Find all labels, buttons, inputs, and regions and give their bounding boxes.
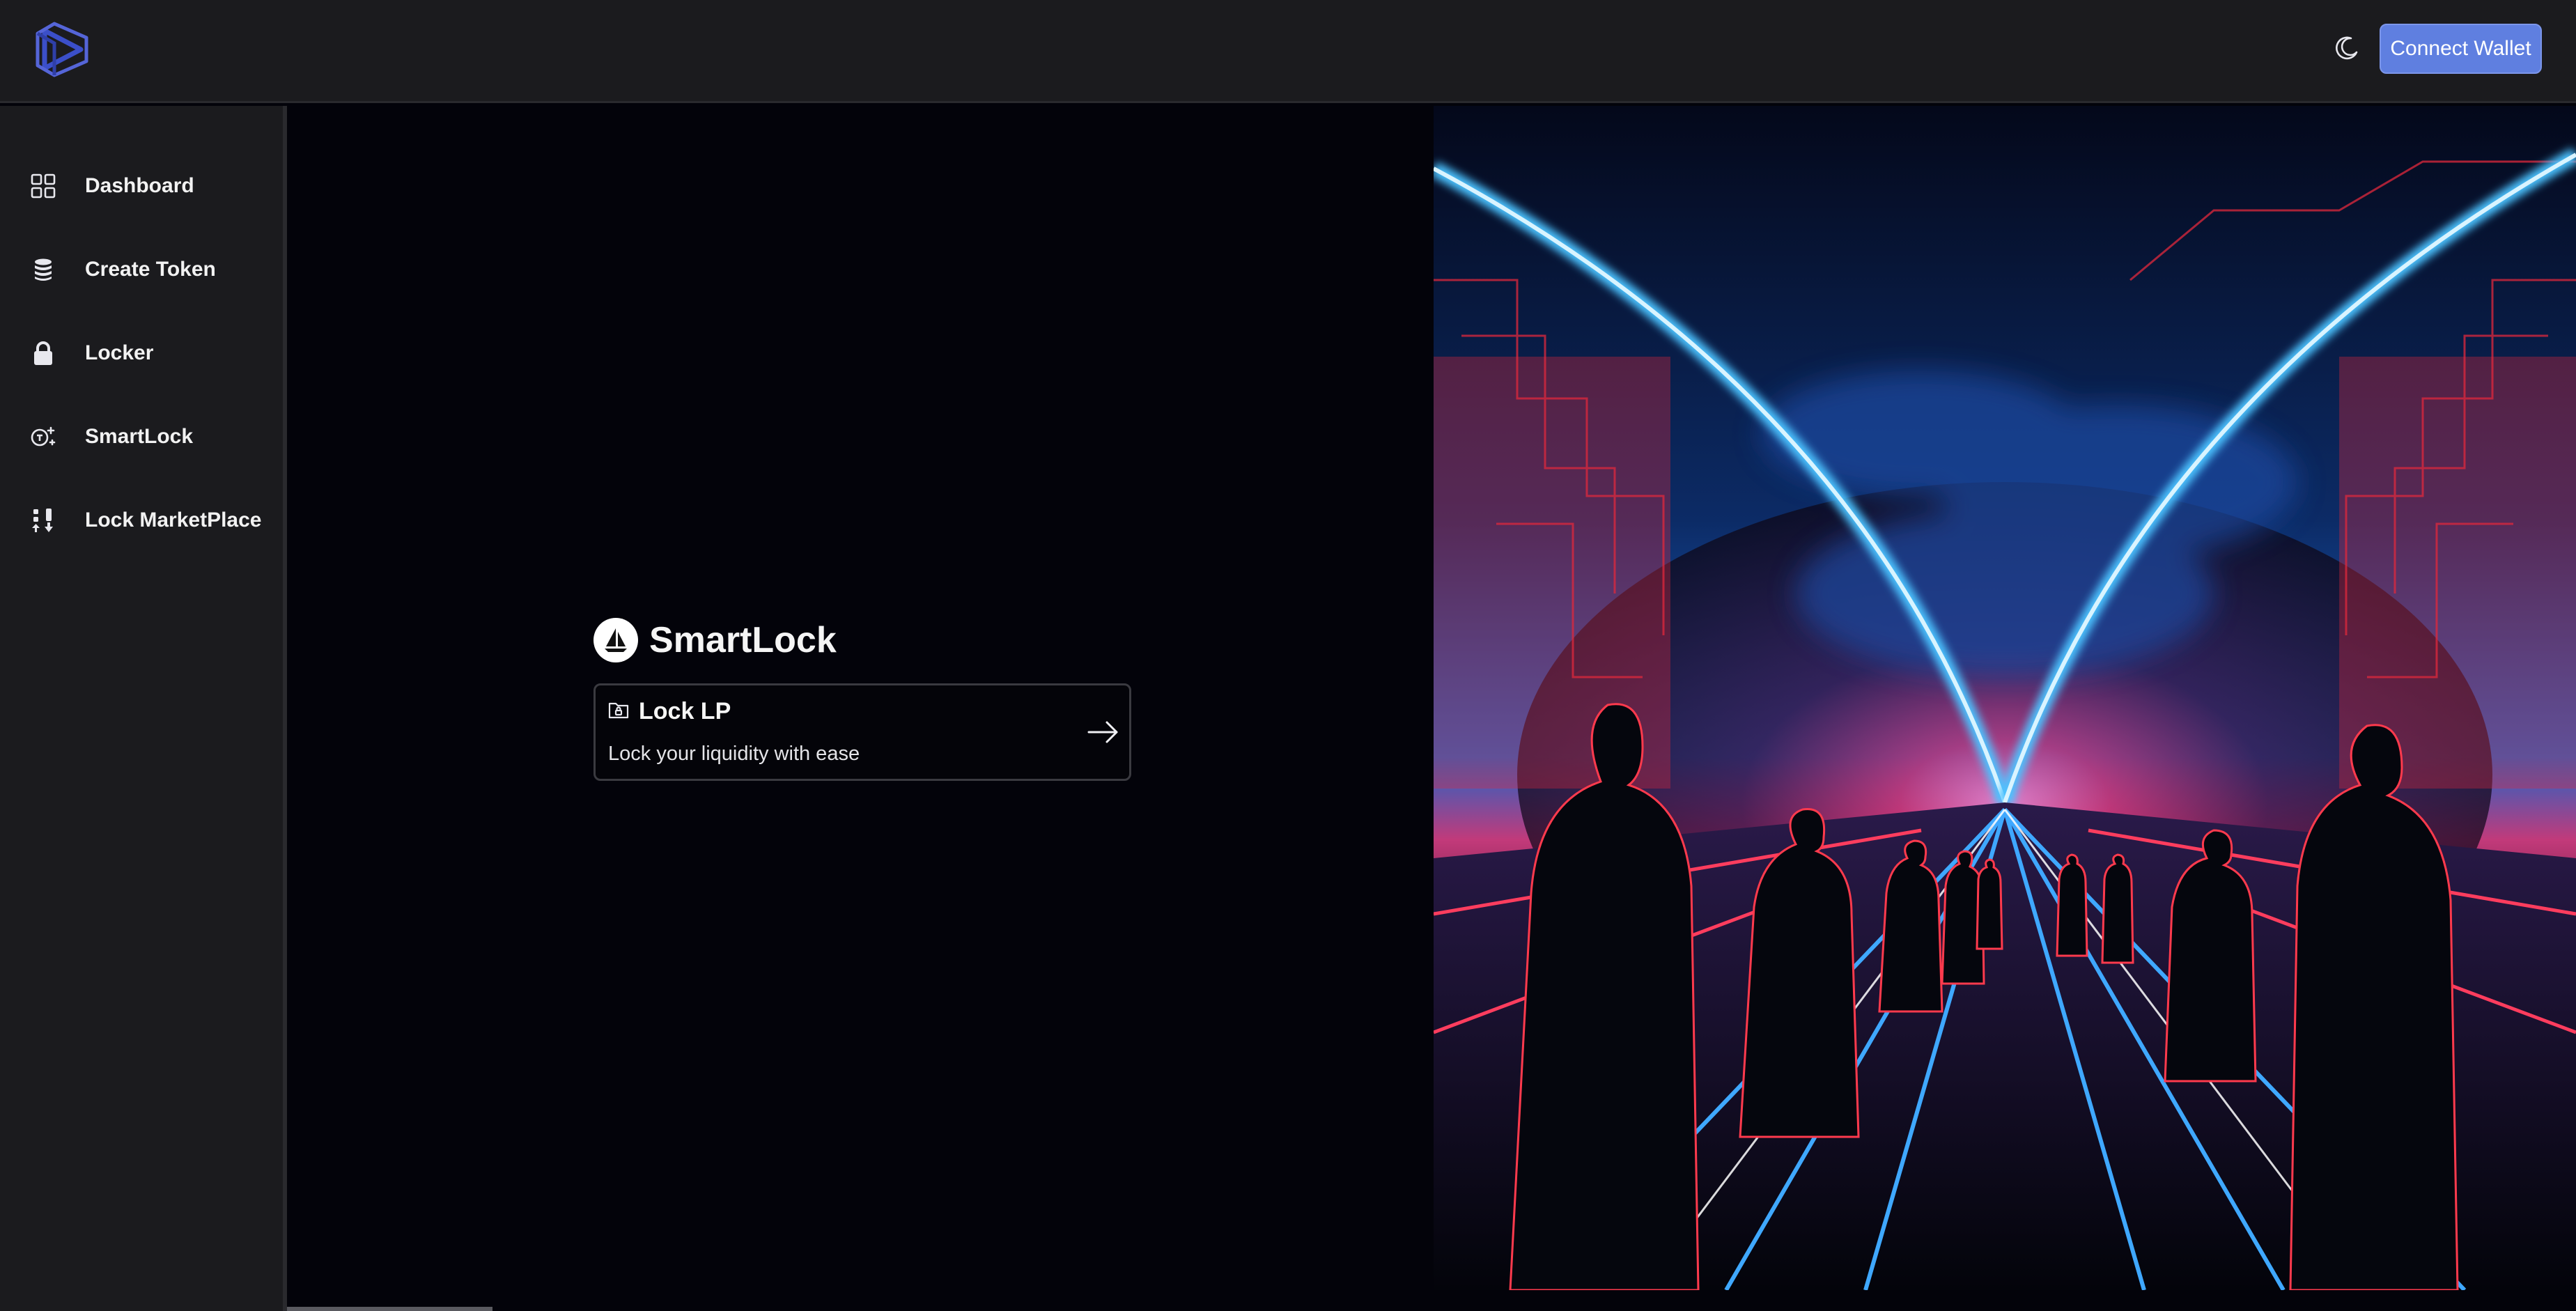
grid-icon (29, 172, 57, 200)
card-description: Lock your liquidity with ease (608, 743, 860, 765)
sidebar-item-label: Locker (85, 341, 154, 364)
card-header: Lock LP (608, 698, 731, 725)
sidebar-item-smartlock[interactable]: SmartLock (0, 395, 283, 479)
arrow-right-icon[interactable] (1086, 716, 1121, 748)
card-title: Lock LP (639, 698, 731, 724)
theme-toggle-button[interactable] (2327, 29, 2367, 70)
sidebar-item-lock-marketplace[interactable]: Lock MarketPlace (0, 479, 283, 562)
lock-icon (29, 339, 57, 367)
hero-artwork-image (1434, 106, 2576, 1290)
sidebar-item-label: Dashboard (85, 174, 194, 197)
top-bar: Connect Wallet (0, 0, 2576, 103)
timer-spark-icon (29, 423, 57, 451)
page-title: SmartLock (649, 620, 837, 660)
sort-arrows-icon (29, 506, 57, 534)
sidebar-item-locker[interactable]: Locker (0, 311, 283, 395)
horizontal-scrollbar[interactable] (287, 1307, 492, 1311)
folder-lock-icon (608, 700, 629, 723)
sailboat-icon (593, 618, 638, 662)
app-logo-icon[interactable] (31, 18, 93, 81)
moon-icon (2333, 34, 2361, 65)
sidebar: Dashboard Create Token Locker SmartLock … (0, 106, 287, 1311)
sidebar-item-label: SmartLock (85, 425, 194, 448)
lock-lp-card[interactable]: Lock LP Lock your liquidity with ease (593, 683, 1131, 781)
connect-wallet-button[interactable]: Connect Wallet (2380, 24, 2542, 74)
sidebar-item-label: Lock MarketPlace (85, 509, 262, 532)
sidebar-item-label: Create Token (85, 258, 216, 281)
sidebar-item-dashboard[interactable]: Dashboard (0, 144, 283, 228)
sidebar-nav: Dashboard Create Token Locker SmartLock … (0, 144, 283, 562)
sidebar-item-create-token[interactable]: Create Token (0, 228, 283, 311)
smartlock-heading: SmartLock (593, 616, 837, 665)
coin-stack-icon (29, 256, 57, 284)
